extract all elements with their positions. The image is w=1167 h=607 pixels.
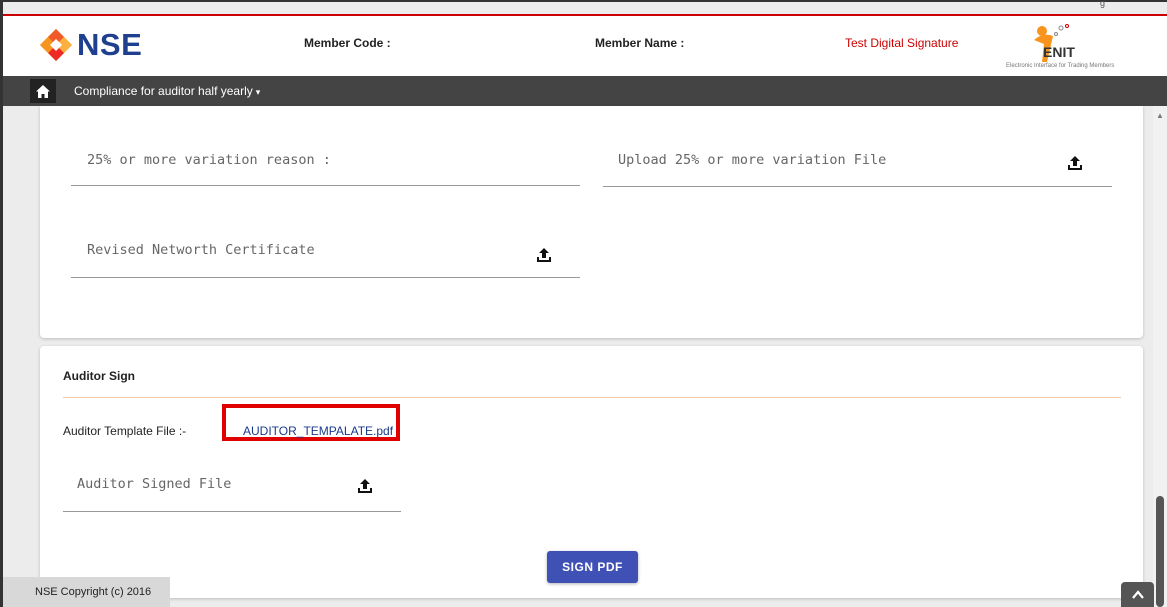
section-divider [63,397,1121,398]
home-icon [36,84,50,98]
page-header: NSE Member Code : Member Name : Test Dig… [3,14,1167,78]
scrollbar[interactable]: ▲ [1153,106,1167,607]
networth-certificate-upload[interactable]: Revised Networth Certificate [71,232,580,278]
corner-text: g [1100,0,1106,8]
variation-file-label: Upload 25% or more variation File [618,152,887,168]
upload-icon[interactable] [537,248,551,264]
variation-reason-field[interactable]: 25% or more variation reason : [71,140,580,186]
nse-logo[interactable]: NSE [39,27,142,63]
nse-logo-icon [40,29,72,61]
variation-file-upload[interactable]: Upload 25% or more variation File [603,140,1112,187]
auditor-template-label: Auditor Template File :- [63,424,187,438]
home-button[interactable] [30,79,56,103]
main-navbar: Compliance for auditor half yearly ▾ [3,76,1167,106]
scroll-up-arrow-icon[interactable]: ▲ [1156,111,1164,120]
window-top-edge [0,0,1167,2]
auditor-signed-file-label: Auditor Signed File [77,476,232,492]
auditor-signed-file-upload[interactable]: Auditor Signed File [63,465,401,512]
compliance-menu-label: Compliance for auditor half yearly [74,84,253,98]
auditor-template-link[interactable]: AUDITOR_TEMPALATE.pdf [243,424,393,438]
scroll-to-top-button[interactable] [1121,582,1154,607]
upload-icon[interactable] [1068,156,1082,172]
variation-reason-label: 25% or more variation reason : [87,152,331,168]
page-footer: NSE Copyright (c) 2016 [3,577,170,607]
copyright-text: NSE Copyright (c) 2016 [35,586,152,598]
chevron-down-icon: ▾ [255,87,261,97]
enit-subtitle: Electronic Interface for Trading Members [1006,63,1115,69]
auditor-sign-title: Auditor Sign [63,369,135,383]
member-name-label: Member Name : [595,36,685,50]
logo-text: NSE [77,27,143,62]
chevron-up-icon [1131,590,1144,599]
sign-pdf-button[interactable]: SIGN PDF [547,551,638,583]
enit-title: ENIT [1043,44,1075,60]
scrollbar-thumb[interactable] [1156,496,1164,607]
compliance-menu[interactable]: Compliance for auditor half yearly ▾ [74,84,260,98]
member-name-value: Test Digital Signature [845,36,959,50]
networth-certificate-label: Revised Networth Certificate [87,242,315,258]
member-code-label: Member Code : [304,36,391,50]
upload-icon[interactable] [358,479,372,495]
